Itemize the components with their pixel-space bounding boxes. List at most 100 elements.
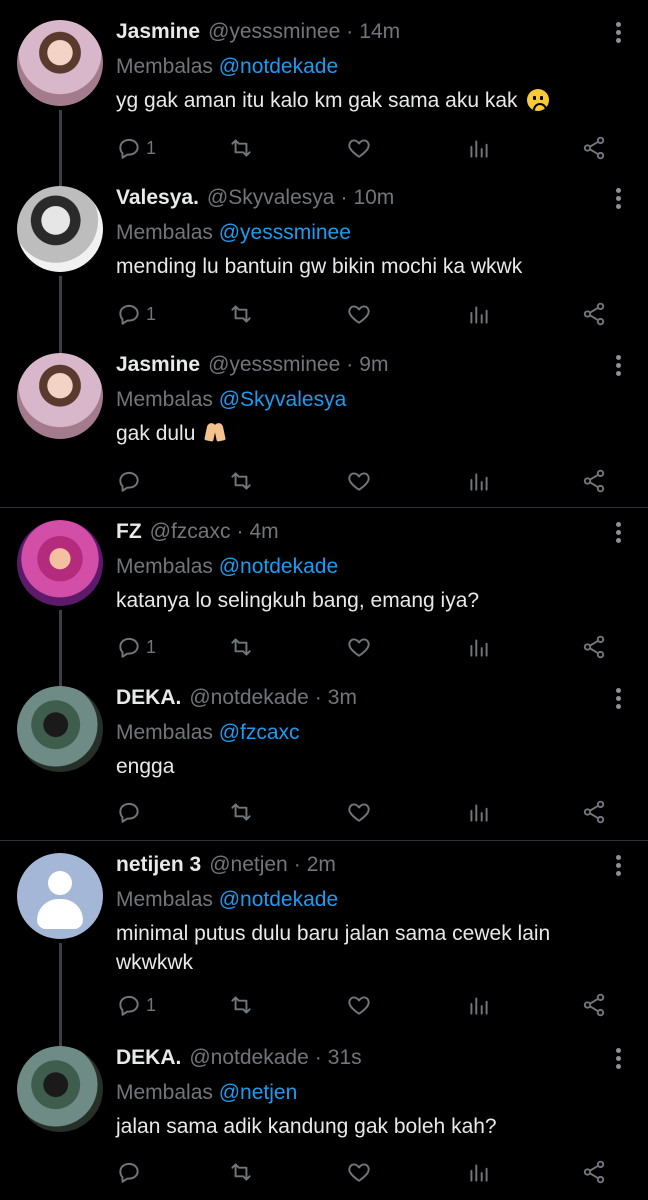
like-button[interactable]: [346, 1158, 372, 1186]
like-button[interactable]: [346, 633, 372, 661]
more-options-icon[interactable]: [606, 186, 630, 210]
more-options-icon[interactable]: [606, 20, 630, 44]
share-button[interactable]: [581, 134, 607, 162]
avatar[interactable]: [17, 686, 103, 772]
tweet-time: 3m: [327, 686, 357, 709]
share-button[interactable]: [581, 1158, 607, 1186]
action-bar: 1: [116, 300, 616, 328]
tweet-text: engga: [116, 755, 175, 778]
author-name[interactable]: netijen 3: [116, 853, 201, 877]
analytics-button[interactable]: [466, 991, 492, 1019]
author-handle: @yesssminee: [208, 20, 341, 43]
tweet-text: minimal putus dulu baru jalan sama cewek…: [116, 922, 551, 974]
more-options-icon[interactable]: [606, 853, 630, 877]
mention-link[interactable]: @notdekade: [219, 888, 338, 911]
retweet-button[interactable]: [228, 633, 254, 661]
heart-icon: [348, 803, 370, 822]
analytics-button[interactable]: [466, 134, 492, 162]
retweet-button[interactable]: [228, 1158, 254, 1186]
avatar[interactable]: [17, 20, 103, 106]
like-button[interactable]: [346, 134, 372, 162]
avatar[interactable]: [17, 1046, 103, 1132]
more-options-icon[interactable]: [606, 1046, 630, 1070]
action-bar: 1: [116, 134, 616, 162]
analytics-icon: [470, 306, 488, 324]
like-button[interactable]: [346, 300, 372, 328]
avatar[interactable]: [17, 520, 103, 606]
reply-context: Membalas @fzcaxc: [116, 721, 300, 744]
like-button[interactable]: [346, 991, 372, 1019]
share-button[interactable]: [581, 467, 607, 495]
analytics-button[interactable]: [466, 633, 492, 661]
like-button[interactable]: [346, 798, 372, 826]
reply-button[interactable]: 1: [116, 134, 156, 162]
reply-button[interactable]: 1: [116, 633, 156, 661]
frowning-face-emoji: [527, 89, 550, 111]
author-name[interactable]: Jasmine: [116, 353, 200, 377]
author-name[interactable]: DEKA.: [116, 1046, 181, 1070]
reply-count: 1: [146, 137, 157, 158]
mention-link[interactable]: @notdekade: [219, 55, 338, 78]
analytics-button[interactable]: [466, 798, 492, 826]
avatar[interactable]: [17, 353, 103, 439]
retweet-button[interactable]: [228, 300, 254, 328]
action-bar: [116, 798, 616, 826]
retweet-button[interactable]: [228, 798, 254, 826]
retweet-button[interactable]: [228, 991, 254, 1019]
retweet-button[interactable]: [228, 467, 254, 495]
tweet-time: 10m: [353, 186, 395, 209]
reply-context: Membalas @Skyvalesya: [116, 388, 347, 411]
reply-button[interactable]: [116, 1158, 146, 1186]
reply-context: Membalas @notdekade: [116, 555, 339, 578]
reply-button[interactable]: [116, 798, 146, 826]
tweet-text: gak dulu: [116, 419, 628, 448]
mention-link[interactable]: @fzcaxc: [219, 721, 300, 744]
share-button[interactable]: [581, 991, 607, 1019]
mention-link[interactable]: @netjen: [219, 1081, 298, 1104]
share-icon: [583, 469, 605, 493]
analytics-button[interactable]: [466, 467, 492, 495]
reply-button[interactable]: 1: [116, 300, 156, 328]
heart-icon: [348, 638, 370, 657]
avatar[interactable]: [17, 186, 103, 272]
retweet-icon: [231, 638, 251, 656]
avatar[interactable]: [17, 853, 103, 939]
retweet-icon: [231, 1163, 251, 1181]
share-button[interactable]: [581, 300, 607, 328]
analytics-button[interactable]: [466, 1158, 492, 1186]
more-options-icon[interactable]: [606, 353, 630, 377]
heart-icon: [348, 996, 370, 1015]
tweet-text: jalan sama adik kandung gak boleh kah?: [116, 1115, 497, 1138]
tweet-text: yg gak aman itu kalo km gak sama aku kak: [116, 86, 628, 115]
analytics-icon: [470, 639, 488, 657]
reply-count: 1: [146, 994, 157, 1015]
reply-button[interactable]: [116, 467, 146, 495]
author-name[interactable]: Jasmine: [116, 20, 200, 44]
tweet-time: 2m: [306, 853, 336, 876]
like-button[interactable]: [346, 467, 372, 495]
retweet-button[interactable]: [228, 134, 254, 162]
tweet-time: 14m: [359, 20, 401, 43]
mention-link[interactable]: @Skyvalesya: [219, 388, 347, 411]
more-options-icon[interactable]: [606, 520, 630, 544]
reply-button[interactable]: 1: [116, 991, 156, 1019]
more-options-icon[interactable]: [606, 686, 630, 710]
share-button[interactable]: [581, 633, 607, 661]
retweet-icon: [231, 472, 251, 490]
analytics-button[interactable]: [466, 300, 492, 328]
retweet-icon: [231, 803, 251, 821]
action-bar: 1: [116, 633, 616, 661]
thread-line: [59, 610, 62, 690]
analytics-icon: [470, 804, 488, 822]
heart-icon: [348, 472, 370, 491]
share-button[interactable]: [581, 798, 607, 826]
share-icon: [583, 635, 605, 659]
mention-link[interactable]: @notdekade: [219, 555, 338, 578]
mention-link[interactable]: @yesssminee: [219, 221, 351, 244]
author-name[interactable]: FZ: [116, 520, 142, 544]
author-name[interactable]: DEKA.: [116, 686, 181, 710]
reply-icon: [119, 138, 139, 159]
action-bar: [116, 467, 616, 495]
action-bar: [116, 1158, 616, 1186]
author-name[interactable]: Valesya.: [116, 186, 199, 210]
